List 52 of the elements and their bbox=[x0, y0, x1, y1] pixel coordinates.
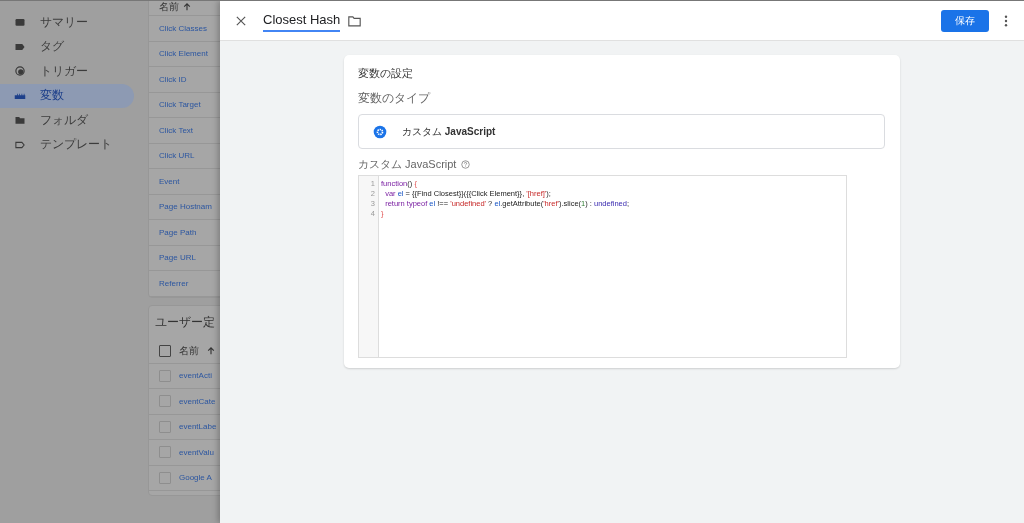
sort-arrow-icon bbox=[207, 346, 215, 355]
variable-link[interactable]: Click URL bbox=[159, 151, 195, 161]
settings-icon bbox=[373, 124, 387, 139]
variable-type-selector[interactable]: カスタム JavaScript bbox=[358, 114, 885, 149]
variable-link[interactable]: Click Element bbox=[159, 49, 208, 59]
column-header: 名前 bbox=[159, 1, 179, 14]
variable-link[interactable]: Page URL bbox=[159, 253, 196, 263]
row-checkbox[interactable] bbox=[159, 395, 171, 408]
select-all-checkbox[interactable] bbox=[159, 344, 171, 357]
row-checkbox[interactable] bbox=[159, 369, 171, 382]
variable-link[interactable]: eventCate bbox=[179, 396, 216, 406]
variable-link[interactable]: Click Text bbox=[159, 125, 194, 135]
variable-link[interactable]: Event bbox=[159, 176, 180, 186]
variable-type-name: カスタム JavaScript bbox=[402, 124, 496, 139]
nav-label: テンプレート bbox=[40, 136, 112, 154]
row-checkbox[interactable] bbox=[159, 446, 171, 459]
nav-label: フォルダ bbox=[40, 111, 88, 129]
variable-link[interactable]: Page Hostnam bbox=[159, 202, 212, 212]
nav-label: タグ bbox=[40, 38, 64, 56]
variable-link[interactable]: eventActi bbox=[179, 371, 212, 381]
folder-icon[interactable] bbox=[348, 14, 362, 27]
card-title: ユーザー定 bbox=[154, 313, 216, 331]
help-icon[interactable] bbox=[461, 160, 471, 169]
variable-link[interactable]: Referrer bbox=[159, 278, 189, 288]
column-header: 名前 bbox=[179, 343, 199, 358]
variable-name-field[interactable]: Closest Hash bbox=[263, 9, 341, 32]
variable-link[interactable]: eventLabe bbox=[179, 422, 217, 432]
variable-link[interactable]: Page Path bbox=[159, 227, 197, 237]
more-icon[interactable] bbox=[1004, 14, 1008, 27]
variable-link[interactable]: Click Classes bbox=[159, 23, 207, 33]
field-label: カスタム JavaScript bbox=[358, 157, 457, 172]
sort-arrow-icon bbox=[183, 3, 191, 11]
nav-item[interactable]: サマリー bbox=[0, 10, 134, 35]
variable-link[interactable]: Click Target bbox=[159, 100, 201, 110]
close-icon[interactable] bbox=[236, 15, 246, 26]
row-checkbox[interactable] bbox=[159, 471, 171, 484]
variable-link[interactable]: eventValu bbox=[179, 447, 214, 457]
row-checkbox[interactable] bbox=[159, 420, 171, 433]
nav-label: トリガー bbox=[40, 62, 88, 80]
variable-link[interactable]: Click ID bbox=[159, 74, 187, 84]
nav-item[interactable]: トリガー bbox=[0, 59, 134, 84]
nav-label: サマリー bbox=[40, 13, 88, 31]
folder-icon bbox=[14, 114, 26, 127]
save-button[interactable]: 保存 bbox=[941, 9, 989, 32]
nav-item[interactable]: タグ bbox=[0, 34, 134, 59]
nav-item[interactable]: フォルダ bbox=[0, 108, 134, 133]
nav-item[interactable]: 変数 bbox=[0, 83, 134, 108]
nav-item[interactable]: テンプレート bbox=[0, 132, 134, 157]
nav-label: 変数 bbox=[40, 87, 64, 105]
variable-link[interactable]: Google A bbox=[179, 473, 212, 483]
card-title: 変数の設定 bbox=[358, 67, 414, 81]
field-label: 変数のタイプ bbox=[358, 90, 432, 107]
